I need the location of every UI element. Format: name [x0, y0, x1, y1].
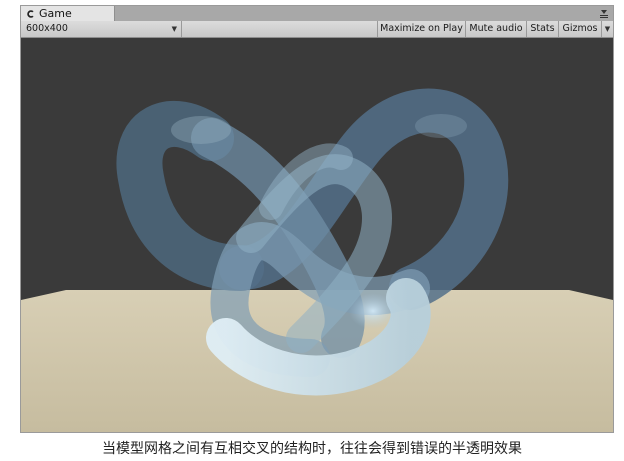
window-menu-icon[interactable]: [598, 8, 610, 20]
figure-caption: 当模型网格之间有互相交叉的结构时，往往会得到错误的半透明效果: [102, 441, 522, 457]
maximize-on-play-button[interactable]: Maximize on Play: [377, 21, 465, 37]
tab-bar: Game: [21, 6, 613, 21]
specular-highlight: [349, 293, 397, 329]
gizmos-button[interactable]: Gizmos: [558, 21, 601, 37]
dropdown-arrow-icon: ▼: [171, 25, 177, 33]
game-window: Game 600x400 ▼ Maximize on Play Mute aud…: [20, 5, 614, 433]
scene-render: [21, 38, 613, 432]
game-viewport[interactable]: [21, 38, 613, 432]
resolution-dropdown[interactable]: 600x400 ▼: [21, 21, 182, 37]
mute-audio-button[interactable]: Mute audio: [465, 21, 526, 37]
gizmos-dropdown-arrow-icon[interactable]: ▼: [601, 21, 613, 37]
stats-button[interactable]: Stats: [526, 21, 558, 37]
tab-title: Game: [39, 7, 72, 20]
game-toolbar: 600x400 ▼ Maximize on Play Mute audio St…: [21, 21, 613, 38]
unity-game-icon: [27, 10, 34, 18]
specular-highlight: [171, 116, 231, 144]
resolution-label: 600x400: [26, 23, 68, 34]
tab-game[interactable]: Game: [21, 6, 115, 21]
specular-highlight: [415, 114, 467, 138]
